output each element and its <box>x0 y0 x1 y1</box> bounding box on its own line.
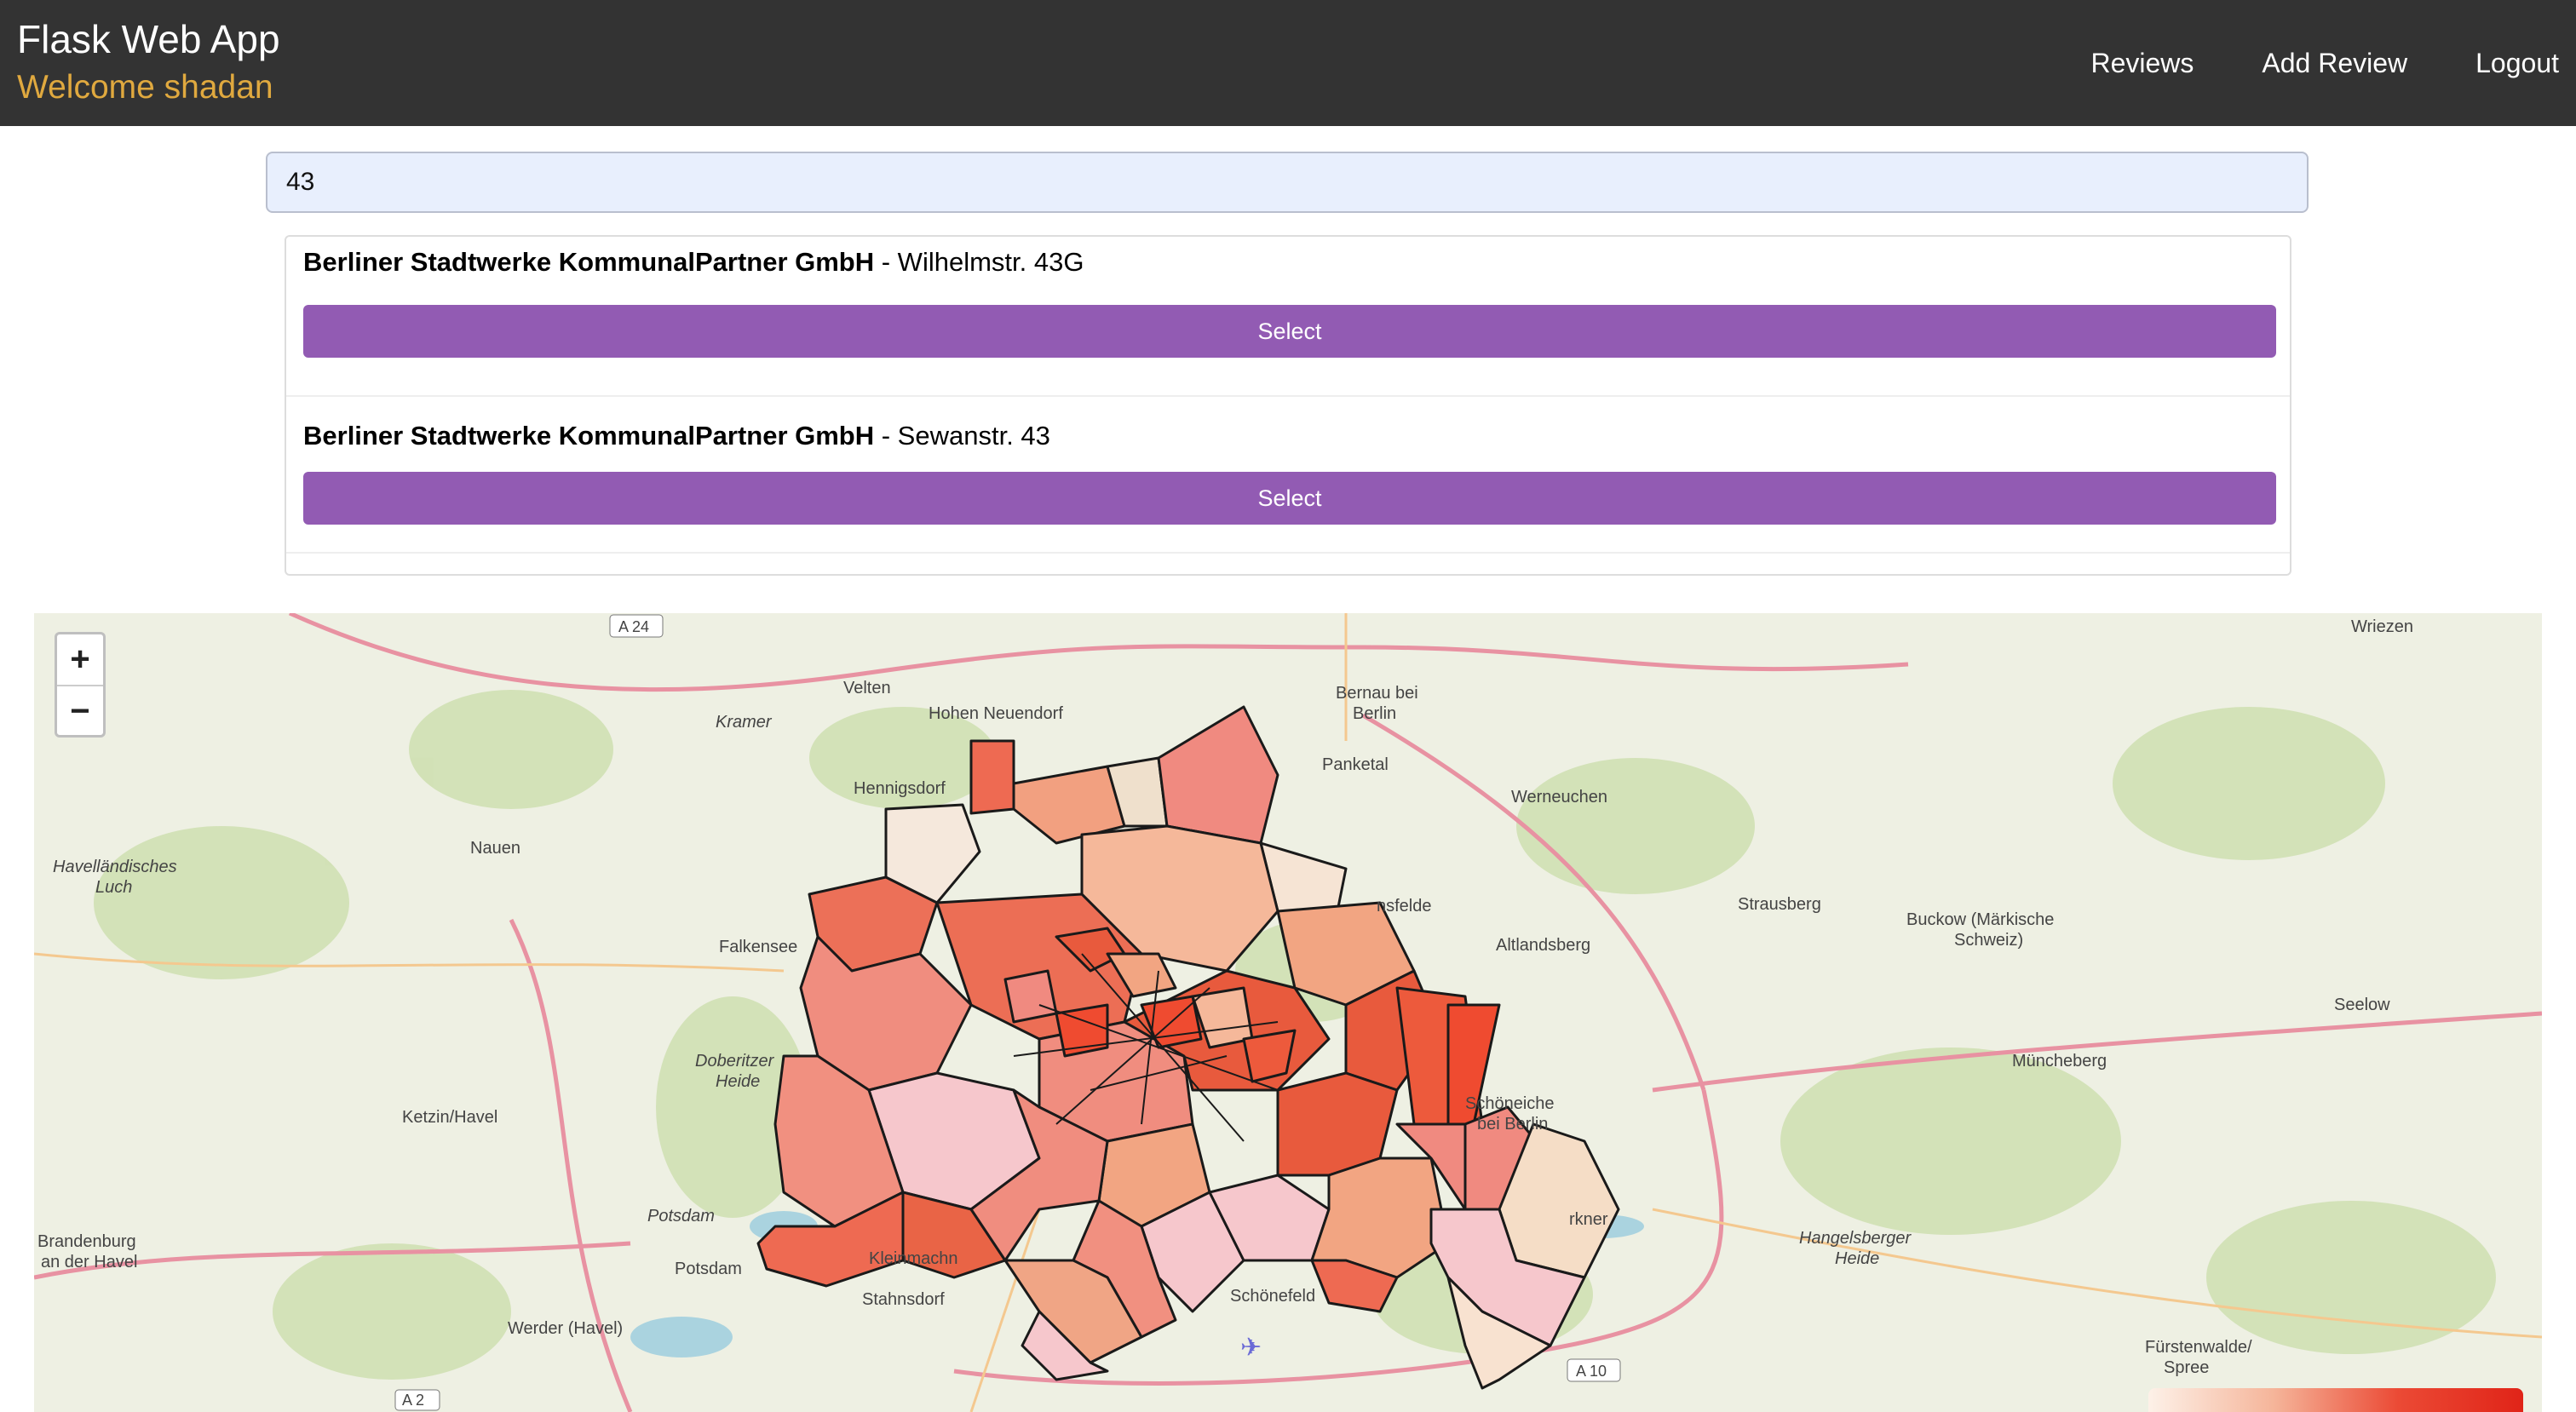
place-label: nsfelde <box>1377 897 1432 916</box>
place-label: Werder (Havel) <box>508 1319 623 1338</box>
airport-icon: ✈ <box>1240 1334 1262 1362</box>
result-company-name: Berliner Stadtwerke KommunalPartner GmbH <box>303 247 875 277</box>
place-label: an der Havel <box>41 1253 137 1271</box>
place-label: Hohen Neuendorf <box>929 704 1063 723</box>
zoom-out-button[interactable]: − <box>57 686 103 737</box>
svg-text:A 2: A 2 <box>402 1392 424 1409</box>
place-label: Doberitzer <box>695 1052 775 1070</box>
place-label: Spree <box>2164 1358 2209 1377</box>
search-results-list: Berliner Stadtwerke KommunalPartner GmbH… <box>285 235 2291 576</box>
road-shield-a24: A 24 <box>609 614 664 638</box>
nav-link-logout[interactable]: Logout <box>2475 43 2559 83</box>
place-label: Brandenburg <box>37 1232 136 1251</box>
place-label: Potsdam <box>675 1260 742 1278</box>
place-label: Bernau bei <box>1336 684 1418 703</box>
place-label: Strausberg <box>1738 895 1821 914</box>
result-company-name: Berliner Stadtwerke KommunalPartner GmbH <box>303 421 875 451</box>
select-button[interactable]: Select <box>303 472 2276 525</box>
place-label: Werneuchen <box>1511 788 1607 806</box>
nav-menu: Reviews Add Review Logout <box>2022 43 2559 83</box>
map-tiles: Velten Hohen Neuendorf Bernau bei Berlin… <box>34 613 2542 1412</box>
svg-text:A 24: A 24 <box>618 618 649 635</box>
welcome-message: Welcome shadan <box>17 69 273 106</box>
app-title[interactable]: Flask Web App <box>17 15 280 63</box>
color-legend <box>2148 1388 2523 1412</box>
place-label: Stahnsdorf <box>862 1290 945 1309</box>
result-text: Berliner Stadtwerke KommunalPartner GmbH… <box>303 421 1050 451</box>
list-item: Berliner Stadtwerke KommunalPartner GmbH… <box>286 237 2290 397</box>
select-button[interactable]: Select <box>303 305 2276 358</box>
place-label: Velten <box>843 679 891 697</box>
place-label: Schönefeld <box>1230 1287 1315 1306</box>
district-polygons <box>756 705 1620 1390</box>
place-label: Heide <box>716 1072 760 1091</box>
place-label: Heide <box>1835 1249 1879 1268</box>
place-label: rkner <box>1569 1210 1608 1229</box>
place-label: Havelländisches <box>53 858 177 876</box>
place-label: Hangelsberger <box>1799 1229 1912 1248</box>
place-label: Müncheberg <box>2012 1052 2107 1070</box>
place-label: Wriezen <box>2351 617 2413 636</box>
zoom-in-button[interactable]: + <box>57 634 103 686</box>
nav-link-add-review[interactable]: Add Review <box>2262 43 2407 83</box>
result-address: - Wilhelmstr. 43G <box>881 247 1084 277</box>
road-shield-a2: A 2 <box>394 1389 440 1411</box>
zoom-control: + − <box>55 632 106 738</box>
road-shield-a10: A 10 <box>1567 1358 1621 1382</box>
result-text: Berliner Stadtwerke KommunalPartner GmbH… <box>303 247 1084 278</box>
place-label: Luch <box>95 878 132 897</box>
place-label: Panketal <box>1322 755 1389 774</box>
place-label: Potsdam <box>647 1207 715 1225</box>
place-label: Fürstenwalde/ <box>2145 1338 2252 1357</box>
place-label: Nauen <box>470 839 520 858</box>
navbar: Flask Web App Welcome shadan Reviews Add… <box>0 0 2576 126</box>
place-label: Falkensee <box>719 938 797 956</box>
search-input[interactable] <box>266 152 2309 213</box>
place-label: Seelow <box>2334 996 2390 1014</box>
place-label: Kramer <box>716 713 773 732</box>
result-address: - Sewanstr. 43 <box>881 421 1050 451</box>
place-label: Schweiz) <box>1954 931 2023 950</box>
choropleth-map[interactable]: Velten Hohen Neuendorf Bernau bei Berlin… <box>34 613 2542 1412</box>
list-item: Berliner Stadtwerke KommunalPartner GmbH… <box>286 410 2290 554</box>
svg-text:A 10: A 10 <box>1576 1363 1607 1380</box>
place-label: Ketzin/Havel <box>402 1108 497 1127</box>
place-label: Berlin <box>1353 704 1396 723</box>
place-label: bei Berlin <box>1477 1115 1548 1134</box>
place-label: Hennigsdorf <box>854 779 946 798</box>
place-label: Schöneiche <box>1465 1094 1555 1113</box>
place-label: Buckow (Märkische <box>1906 910 2054 929</box>
place-label: Kleinmachn <box>869 1249 958 1268</box>
place-label: Altlandsberg <box>1496 936 1590 955</box>
nav-link-reviews[interactable]: Reviews <box>2090 43 2194 83</box>
